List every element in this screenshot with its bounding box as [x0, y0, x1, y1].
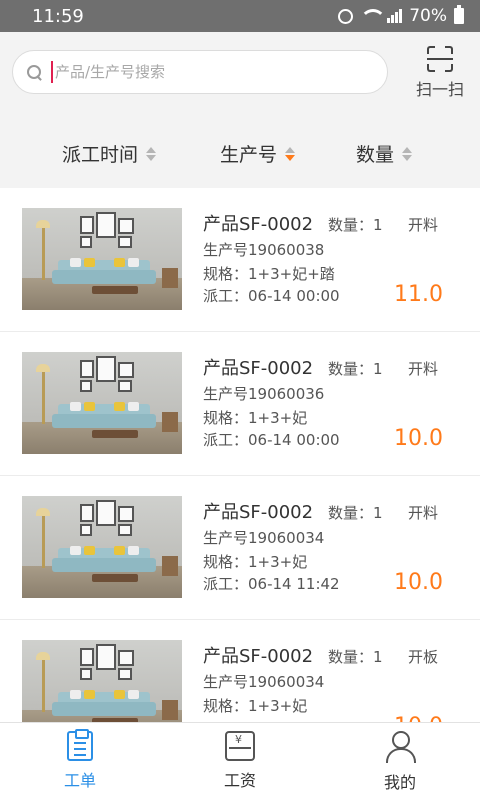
scan-icon — [427, 46, 453, 72]
amount: 11.0 — [394, 282, 443, 307]
production-number: 生产号19060034 — [203, 673, 325, 691]
header: 扫一扫 派工时间 生产号 数量 — [0, 32, 480, 186]
cell-signal-icon — [387, 9, 403, 23]
order-list[interactable]: 产品SF-0002 数量：1 开料 生产号19060038 规格：1+3+妃+踏… — [0, 188, 480, 722]
sort-label: 数量 — [356, 144, 395, 166]
battery-percent: 70% — [409, 6, 447, 26]
status-bar: 11:59 70% — [0, 0, 480, 32]
profile-icon — [385, 731, 416, 763]
spec: 规格：1+3+妃 — [203, 553, 308, 571]
quantity: 数量：1 — [328, 360, 383, 378]
sort-production-no[interactable]: 生产号 — [220, 140, 296, 167]
product-name: 产品SF-0002 — [203, 214, 314, 235]
order-card[interactable]: 产品SF-0002 数量：1 开料 生产号19060038 规格：1+3+妃+踏… — [0, 188, 480, 332]
sort-label: 派工时间 — [62, 144, 139, 166]
product-image — [22, 208, 182, 310]
scan-label: 扫一扫 — [415, 80, 464, 99]
product-image — [22, 640, 182, 722]
order-card[interactable]: 产品SF-0002 数量：1 开板 生产号19060034 规格：1+3+妃 1… — [0, 620, 480, 722]
order-info: 产品SF-0002 数量：1 开板 生产号19060034 规格：1+3+妃 — [203, 642, 463, 716]
bottom-nav: 工单 工资 我的 — [0, 722, 480, 800]
product-name: 产品SF-0002 — [203, 646, 314, 667]
sort-arrows-icon — [146, 146, 157, 161]
search-icon — [25, 63, 43, 81]
quantity: 数量：1 — [328, 648, 383, 666]
dispatch-time: 派工：06-14 11:42 — [203, 575, 340, 593]
product-name: 产品SF-0002 — [203, 358, 314, 379]
text-cursor — [51, 61, 53, 83]
process-status: 开料 — [408, 216, 439, 234]
nav-salary[interactable]: 工资 — [160, 723, 320, 800]
product-name: 产品SF-0002 — [203, 502, 314, 523]
quantity: 数量：1 — [328, 504, 383, 522]
nav-profile[interactable]: 我的 — [320, 723, 480, 800]
order-info: 产品SF-0002 数量：1 开料 生产号19060034 规格：1+3+妃 — [203, 498, 463, 572]
sort-bar: 派工时间 生产号 数量 — [0, 132, 480, 174]
production-number: 生产号19060038 — [203, 241, 325, 259]
order-info: 产品SF-0002 数量：1 开料 生产号19060036 规格：1+3+妃 — [203, 354, 463, 428]
dispatch-time: 派工：06-14 00:00 — [203, 431, 340, 449]
alarm-icon — [338, 8, 354, 24]
amount: 10.0 — [394, 714, 443, 722]
salary-icon — [225, 731, 255, 761]
amount: 10.0 — [394, 426, 443, 451]
nav-label: 工资 — [223, 771, 256, 790]
sort-quantity[interactable]: 数量 — [356, 140, 413, 167]
spec: 规格：1+3+妃 — [203, 409, 308, 427]
sort-arrows-icon — [285, 146, 296, 161]
status-icons: 70% — [338, 5, 464, 26]
nav-label: 我的 — [383, 773, 416, 792]
process-status: 开板 — [408, 648, 439, 666]
product-image — [22, 496, 182, 598]
battery-icon — [454, 5, 464, 24]
dispatch-time: 派工：06-14 00:00 — [203, 287, 340, 305]
search-box[interactable] — [12, 50, 388, 94]
production-number: 生产号19060036 — [203, 385, 325, 403]
process-status: 开料 — [408, 504, 439, 522]
order-card[interactable]: 产品SF-0002 数量：1 开料 生产号19060036 规格：1+3+妃 派… — [0, 332, 480, 476]
order-card[interactable]: 产品SF-0002 数量：1 开料 生产号19060034 规格：1+3+妃 派… — [0, 476, 480, 620]
amount: 10.0 — [394, 570, 443, 595]
production-number: 生产号19060034 — [203, 529, 325, 547]
order-info: 产品SF-0002 数量：1 开料 生产号19060038 规格：1+3+妃+踏 — [203, 210, 463, 284]
quantity: 数量：1 — [328, 216, 383, 234]
work-order-icon — [67, 729, 93, 761]
nav-label: 工单 — [63, 771, 96, 790]
sort-arrows-icon — [402, 146, 413, 161]
sort-label: 生产号 — [220, 144, 278, 166]
sort-dispatch-time[interactable]: 派工时间 — [62, 140, 157, 167]
process-status: 开料 — [408, 360, 439, 378]
clock: 11:59 — [32, 5, 84, 27]
spec: 规格：1+3+妃+踏 — [203, 265, 335, 283]
nav-work-orders[interactable]: 工单 — [0, 723, 160, 800]
scan-button[interactable]: 扫一扫 — [408, 46, 472, 106]
spec: 规格：1+3+妃 — [203, 697, 308, 715]
wifi-icon — [360, 9, 387, 23]
search-input[interactable] — [55, 63, 355, 81]
product-image — [22, 352, 182, 454]
